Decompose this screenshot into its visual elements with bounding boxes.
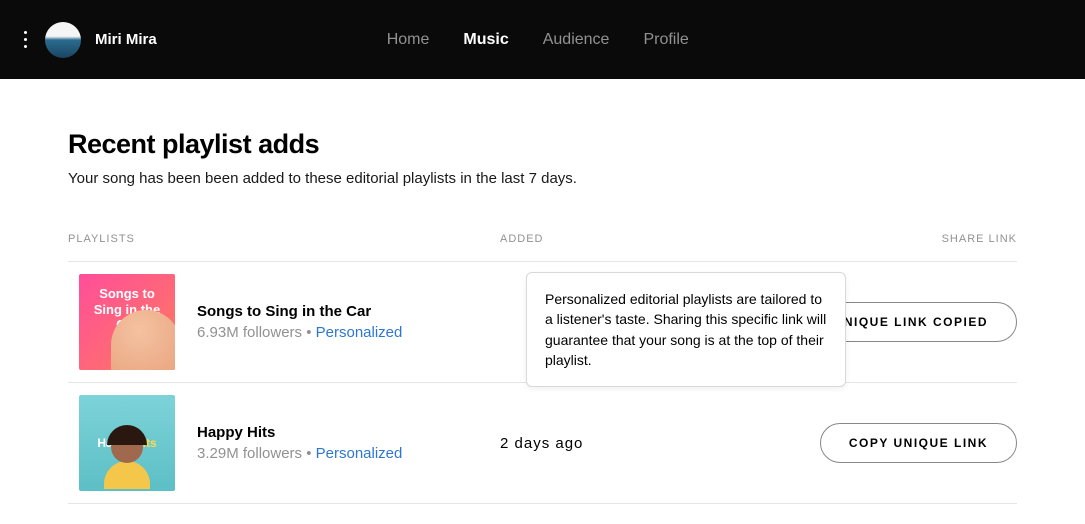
cover-art-figure: [111, 310, 175, 370]
menu-icon[interactable]: [24, 31, 27, 48]
col-share-label: SHARE LINK: [764, 233, 1017, 245]
main-content: Recent playlist adds Your song has been …: [0, 79, 1085, 524]
page-subtitle: Your song has been been added to these e…: [68, 170, 1017, 187]
nav-music[interactable]: Music: [463, 31, 508, 49]
personalized-link[interactable]: Personalized: [316, 324, 403, 341]
page-title: Recent playlist adds: [68, 129, 1017, 160]
followers-count: 6.93M followers: [197, 324, 302, 341]
playlist-meta: 3.29M followers • Personalized: [197, 445, 500, 462]
added-time: 2 days ago: [500, 435, 764, 452]
playlist-info: Songs to Sing in the Car 6.93M followers…: [197, 303, 500, 341]
nav-profile[interactable]: Profile: [643, 31, 688, 49]
meta-separator: •: [302, 324, 316, 341]
playlist-name[interactable]: Songs to Sing in the Car: [197, 303, 500, 320]
table-row: Songs to Sing in the Car Songs to Sing i…: [68, 262, 1017, 383]
col-playlists-label: PLAYLISTS: [68, 233, 500, 245]
share-cell: COPY UNIQUE LINK: [764, 423, 1017, 463]
app-header: Miri Mira Home Music Audience Profile: [0, 0, 1085, 79]
nav-home[interactable]: Home: [387, 31, 430, 49]
table-row: HappyHits Happy Hits 3.29M followers • P…: [68, 383, 1017, 504]
table-header: PLAYLISTS ADDED SHARE LINK: [68, 233, 1017, 262]
playlist-name[interactable]: Happy Hits: [197, 424, 500, 441]
playlist-meta: 6.93M followers • Personalized: [197, 324, 500, 341]
username: Miri Mira: [95, 31, 157, 48]
personalized-link[interactable]: Personalized: [316, 445, 403, 462]
personalized-tooltip: Personalized editorial playlists are tai…: [526, 272, 846, 387]
playlist-cover[interactable]: Songs to Sing in the Car: [79, 274, 175, 370]
followers-count: 3.29M followers: [197, 445, 302, 462]
cover-art-figure: [97, 431, 157, 491]
copy-link-button[interactable]: COPY UNIQUE LINK: [820, 423, 1017, 463]
playlist-info: Happy Hits 3.29M followers • Personalize…: [197, 424, 500, 462]
col-added-label: ADDED: [500, 233, 764, 245]
avatar[interactable]: [45, 22, 81, 58]
main-nav: Home Music Audience Profile: [387, 31, 689, 49]
playlist-cover[interactable]: HappyHits: [79, 395, 175, 491]
meta-separator: •: [302, 445, 316, 462]
nav-audience[interactable]: Audience: [543, 31, 610, 49]
